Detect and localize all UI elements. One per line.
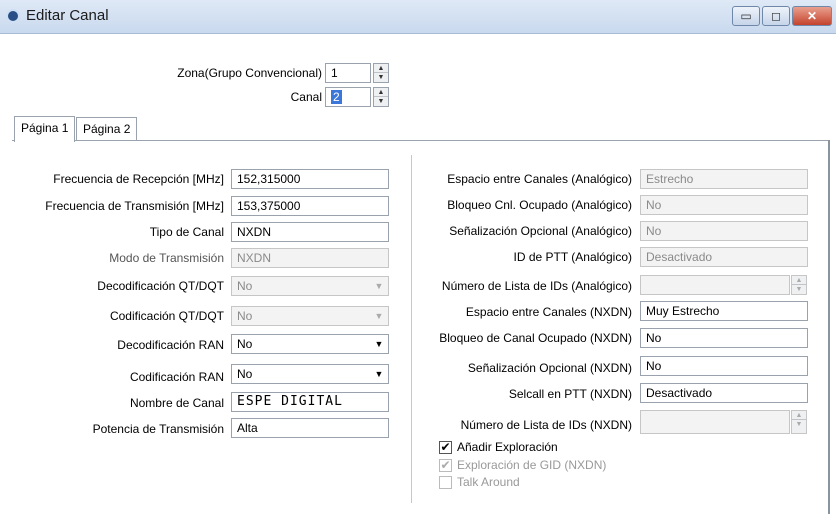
column-divider — [411, 155, 412, 503]
tx-mode-input: NXDN — [231, 248, 389, 268]
tx-frequency-label: Frecuencia de Transmisión [MHz] — [45, 199, 224, 213]
tab-underline — [12, 140, 830, 141]
id-list-nxdn-spinner: ▲ ▼ — [791, 410, 807, 434]
zona-label: Zona(Grupo Convencional) — [177, 66, 322, 80]
ran-encode-value: No — [237, 367, 253, 381]
channel-name-label: Nombre de Canal — [129, 396, 224, 410]
check-icon: ✔ — [440, 458, 451, 472]
spacing-analog-input: Estrecho — [640, 169, 808, 189]
spin-up-icon[interactable]: ▲ — [374, 64, 388, 73]
spin-down-icon: ▼ — [795, 421, 803, 428]
spacing-nxdn-input[interactable]: Muy Estrecho — [640, 301, 808, 321]
canal-spinner[interactable]: ▲ ▼ — [373, 87, 389, 107]
ran-encode-label: Codificación RAN — [129, 370, 224, 384]
spin-up-icon: ▲ — [792, 276, 806, 285]
add-scan-label[interactable]: Añadir Exploración — [457, 440, 558, 454]
spacing-analog-label: Espacio entre Canales (Analógico) — [447, 172, 632, 186]
dropdown-arrow-icon: ▼ — [374, 281, 384, 291]
spin-down-icon[interactable]: ▼ — [374, 97, 388, 106]
check-icon: ✔ — [440, 440, 451, 454]
channel-type-label: Tipo de Canal — [149, 225, 224, 239]
selcall-ptt-nxdn-input[interactable]: Desactivado — [640, 383, 808, 403]
ran-decode-select[interactable]: No ▼ — [231, 334, 389, 354]
id-list-analog-label: Número de Lista de IDs (Analógico) — [441, 279, 632, 293]
panel-edge — [828, 140, 830, 514]
tx-frequency-input[interactable]: 153,375000 — [231, 196, 389, 216]
tab-pagina-2[interactable]: Página 2 — [76, 117, 138, 141]
rx-frequency-label: Frecuencia de Recepción [MHz] — [53, 172, 224, 186]
canal-label: Canal — [290, 90, 322, 104]
busy-lock-nxdn-input[interactable]: No — [640, 328, 808, 348]
maximize-button[interactable]: ◻ — [762, 6, 790, 26]
title-bar: Editar Canal ▭ ◻ ✕ — [0, 0, 836, 34]
qt-decode-label: Decodificación QT/DQT — [97, 279, 224, 293]
id-list-analog-input — [640, 275, 790, 295]
spin-up-icon: ▲ — [792, 411, 806, 420]
id-list-nxdn-label: Número de Lista de IDs (NXDN) — [460, 418, 632, 432]
tx-mode-label: Modo de Transmisión — [109, 251, 224, 265]
dropdown-arrow-icon[interactable]: ▼ — [372, 367, 386, 381]
canal-input[interactable]: 2 — [325, 87, 371, 107]
selcall-ptt-nxdn-label: Selcall en PTT (NXDN) — [508, 387, 632, 401]
zona-spinner[interactable]: ▲ ▼ — [373, 63, 389, 83]
qt-decode-value: No — [237, 279, 253, 293]
id-list-analog-spinner: ▲ ▼ — [791, 275, 807, 295]
tx-power-input[interactable]: Alta — [231, 418, 389, 438]
add-scan-checkbox[interactable]: ✔ — [439, 441, 452, 454]
qt-encode-select: No ▼ — [231, 306, 389, 326]
busy-lock-analog-input: No — [640, 195, 808, 215]
spacing-nxdn-label: Espacio entre Canales (NXDN) — [465, 305, 632, 319]
minimize-button[interactable]: ▭ — [732, 6, 760, 26]
ptt-id-analog-input: Desactivado — [640, 247, 808, 267]
opt-signal-nxdn-input[interactable]: No — [640, 356, 808, 376]
opt-signal-analog-input: No — [640, 221, 808, 241]
ran-encode-select[interactable]: No ▼ — [231, 364, 389, 384]
dropdown-arrow-icon[interactable]: ▼ — [372, 337, 386, 351]
ptt-id-analog-label: ID de PTT (Analógico) — [513, 250, 633, 264]
talk-around-label: Talk Around — [457, 475, 520, 489]
close-button[interactable]: ✕ — [792, 6, 832, 26]
window-title: Editar Canal — [26, 7, 109, 24]
channel-name-input[interactable]: ESPE DIGITAL — [231, 392, 389, 412]
zona-input[interactable]: 1 — [325, 63, 371, 83]
gid-scan-label: Exploración de GID (NXDN) — [457, 458, 607, 472]
qt-encode-value: No — [237, 309, 253, 323]
canal-value-selected: 2 — [331, 90, 342, 104]
talk-around-checkbox — [439, 476, 452, 489]
ran-decode-label: Decodificación RAN — [117, 338, 224, 352]
tx-power-label: Potencia de Transmisión — [92, 422, 224, 436]
id-list-nxdn-input — [640, 410, 790, 434]
busy-lock-nxdn-label: Bloqueo de Canal Ocupado (NXDN) — [439, 331, 632, 345]
busy-lock-analog-label: Bloqueo Cnl. Ocupado (Analógico) — [447, 198, 632, 212]
rx-frequency-input[interactable]: 152,315000 — [231, 169, 389, 189]
opt-signal-nxdn-label: Señalización Opcional (NXDN) — [467, 361, 632, 375]
gid-scan-checkbox: ✔ — [439, 459, 452, 472]
ran-decode-value: No — [237, 337, 253, 351]
qt-encode-label: Codificación QT/DQT — [109, 309, 224, 323]
edit-channel-window: Editar Canal ▭ ◻ ✕ Zona(Grupo Convencion… — [0, 0, 836, 514]
channel-type-input[interactable]: NXDN — [231, 222, 389, 242]
spin-down-icon: ▼ — [795, 286, 803, 293]
qt-decode-select: No ▼ — [231, 276, 389, 296]
tab-pagina-1[interactable]: Página 1 — [14, 116, 76, 142]
spin-down-icon[interactable]: ▼ — [374, 73, 388, 82]
opt-signal-analog-label: Señalización Opcional (Analógico) — [449, 224, 632, 238]
dropdown-arrow-icon: ▼ — [374, 311, 384, 321]
spin-up-icon[interactable]: ▲ — [374, 88, 388, 97]
radio-icon — [6, 9, 20, 23]
